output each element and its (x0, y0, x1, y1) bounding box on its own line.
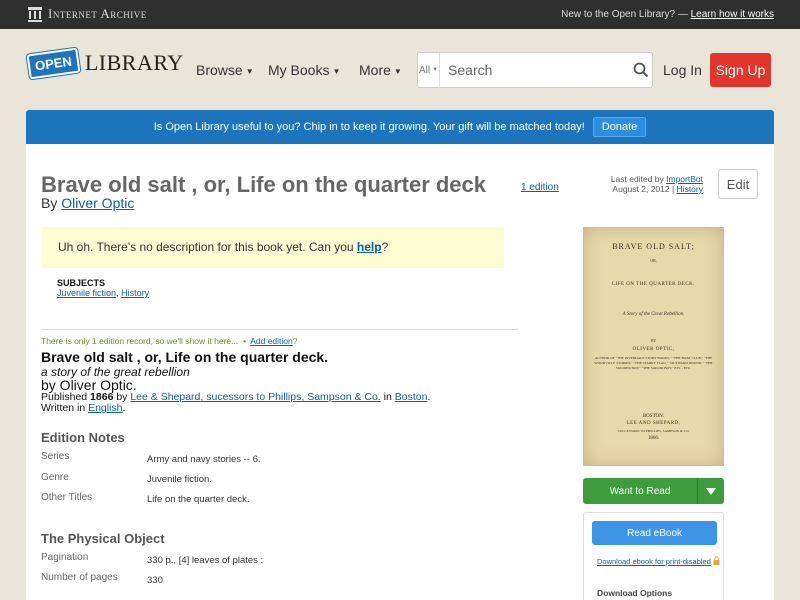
written-period: . (122, 402, 126, 414)
donate-message: Is Open Library useful to you? Chip in t… (153, 121, 585, 133)
want-to-read-label: Want to Read (609, 485, 671, 497)
edition-count-link[interactable]: 1 edition (521, 182, 559, 193)
lock-icon (713, 556, 720, 565)
subjects-heading: SUBJECTS (57, 278, 106, 288)
archive-building-icon (28, 6, 42, 22)
note-value: Army and navy stories -- 6. (147, 454, 261, 465)
physical-key: Pagination (41, 552, 89, 563)
subject-link[interactable]: History (121, 288, 149, 298)
physical-key: Number of pages (41, 572, 118, 583)
internet-archive-bar: Internet Archive New to the Open Library… (0, 0, 800, 29)
cover-title: BRAVE OLD SALT; (612, 242, 695, 251)
no-description-text: Uh oh. There's no description for this b… (58, 240, 354, 254)
single-edition-notice: There is only 1 edition record, so we'll… (41, 336, 297, 346)
note-value: Life on the quarter deck. (147, 494, 250, 505)
subject-link[interactable]: Juvenile fiction (57, 288, 116, 298)
read-options-box: Read eBook Download ebook for print-disa… (583, 512, 724, 600)
work-byline: By Oliver Optic (41, 195, 134, 211)
nav-more[interactable]: More ▼ (359, 62, 402, 78)
nav-browse-label: Browse (196, 62, 243, 78)
nav-my-books[interactable]: My Books ▼ (268, 62, 340, 78)
publisher-link[interactable]: Lee & Shepard, sucessors to Phillips, Sa… (130, 391, 380, 403)
by-prefix: By (41, 195, 58, 211)
book-page: Brave old salt , or, Life on the quarter… (26, 144, 774, 600)
signup-button[interactable]: Sign Up (710, 53, 771, 87)
caret-down-icon: ▼ (245, 66, 254, 76)
language-link[interactable]: English (88, 402, 122, 414)
cover-subtitle: LIFE ON THE QUARTER DECK. (611, 282, 696, 287)
nav-more-label: More (359, 62, 391, 78)
author-link[interactable]: Oliver Optic (61, 195, 134, 211)
nav-my-books-label: My Books (268, 62, 330, 78)
single-edition-text: There is only 1 edition record, so we'll… (41, 336, 239, 346)
note-key: Genre (41, 472, 69, 483)
cover-author-works: AUTHOR OF "THE RIVERDALE STORY BOOKS," "… (594, 356, 713, 370)
new-user-text: New to the Open Library? — (561, 9, 688, 20)
open-library-logo[interactable]: OPEN LIBRARY (26, 47, 184, 79)
search-input[interactable] (440, 53, 630, 87)
cover-year: 1866. (647, 436, 660, 441)
last-edited-date: August 2, 2012 (612, 184, 670, 194)
publish-place-link[interactable]: Boston (395, 391, 428, 403)
download-options-heading[interactable]: Download Options (597, 588, 672, 598)
donate-banner: Is Open Library useful to you? Chip in t… (26, 110, 774, 144)
caret-down-icon: ▼ (332, 66, 341, 76)
new-user-prompt: New to the Open Library? — Learn how it … (561, 9, 774, 20)
want-to-read-dropdown[interactable] (697, 478, 724, 504)
physical-value: 330 p., [4] leaves of plates : (147, 555, 264, 566)
logo-library-text: LIBRARY (84, 50, 184, 75)
physical-value: 330 (147, 575, 163, 586)
want-to-read-button[interactable]: Want to Read (583, 478, 724, 504)
edition-notes-heading: Edition Notes (41, 430, 125, 445)
search-bar: All ▼ (417, 52, 653, 88)
cover-by: BY (650, 338, 657, 343)
edit-button[interactable]: Edit (718, 169, 758, 199)
nav-browse[interactable]: Browse ▼ (196, 62, 254, 78)
download-print-disabled-link[interactable]: Download ebook for print-disabled (597, 557, 711, 566)
cover-or: OR, (650, 258, 657, 263)
note-value: Juvenile fiction. (147, 474, 212, 485)
search-icon[interactable] (629, 53, 652, 87)
help-link[interactable]: help (357, 240, 382, 254)
learn-how-link[interactable]: Learn how it works (691, 9, 774, 20)
cover-successors: SUCCESSORS TO PHILLIPS, SAMPSON & CO. (617, 429, 690, 433)
no-description-notice: Uh oh. There's no description for this b… (42, 227, 504, 268)
bullet-separator: • (242, 336, 246, 346)
section-divider (41, 329, 518, 330)
note-key: Series (41, 451, 70, 462)
published-period: . (427, 391, 431, 403)
caret-down-icon: ▼ (432, 67, 439, 73)
add-edition-link[interactable]: Add edition (250, 336, 293, 346)
caret-down-icon: ▼ (393, 66, 402, 76)
search-scope-label: All (418, 64, 431, 76)
written-prefix: Written in (41, 402, 86, 414)
no-description-end: ? (381, 240, 389, 254)
add-edition-q: ? (292, 336, 298, 346)
cover-tagline: A Story of the Great Rebellion. (622, 312, 685, 317)
caret-down-icon (706, 487, 716, 495)
read-ebook-button[interactable]: Read eBook (592, 521, 717, 545)
edition-title: Brave old salt , or, Life on the quarter… (41, 349, 329, 365)
donate-button[interactable]: Donate (592, 117, 647, 137)
internet-archive-logo[interactable]: Internet Archive (28, 6, 147, 22)
in-word: in (383, 391, 392, 403)
logo-open-badge: OPEN (26, 47, 81, 79)
login-link[interactable]: Log In (663, 62, 702, 78)
history-link[interactable]: History (677, 184, 703, 194)
search-scope-select[interactable]: All ▼ (418, 53, 441, 87)
cover-city: BOSTON: (642, 414, 665, 419)
language-info: Written in English. (41, 402, 125, 414)
internet-archive-name: Internet Archive (48, 6, 147, 21)
last-edited-prefix: Last edited by (610, 174, 664, 184)
subjects-separator: , (116, 288, 119, 298)
last-edited-info: Last edited by ImportBot August 2, 2012 … (610, 174, 703, 194)
physical-object-heading: The Physical Object (41, 531, 165, 546)
subjects-section: SUBJECTS Juvenile fiction, History (57, 278, 149, 298)
note-key: Other Titles (41, 492, 93, 503)
download-print-disabled: Download ebook for print-disabled (597, 556, 720, 566)
cover-author: OLIVER OPTIC, (632, 347, 675, 352)
cover-publisher: LEE AND SHEPARD, (626, 421, 681, 426)
book-cover[interactable]: BRAVE OLD SALT; OR, LIFE ON THE QUARTER … (583, 227, 724, 466)
last-editor-link[interactable]: ImportBot (666, 174, 703, 184)
